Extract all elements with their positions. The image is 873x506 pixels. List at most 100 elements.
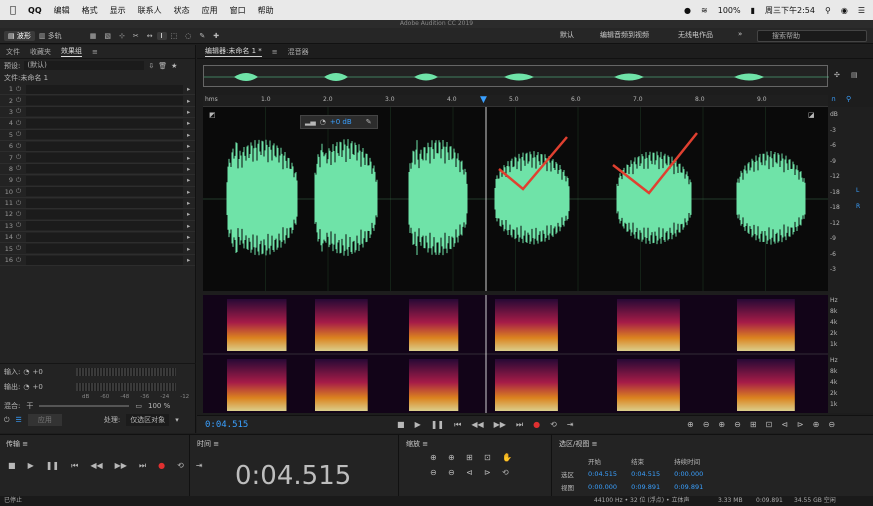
- spot-heal-tool-icon[interactable]: ✚: [209, 32, 223, 40]
- rack-slot[interactable]: 14 ⏻ ▸: [0, 232, 195, 244]
- rack-slot[interactable]: 2 ⏻ ▸: [0, 95, 195, 107]
- menu-edit[interactable]: 编辑: [54, 5, 70, 16]
- pause-icon[interactable]: ❚❚: [431, 420, 444, 430]
- power-icon[interactable]: ⏻: [16, 244, 26, 253]
- marquee-tool-icon[interactable]: ⬚: [167, 32, 182, 40]
- zoom-out-amplitude-icon[interactable]: ⊖: [430, 468, 448, 477]
- razor-tool-icon[interactable]: ✂: [129, 32, 143, 40]
- chevron-right-icon[interactable]: ▸: [187, 142, 195, 150]
- playhead-marker-icon[interactable]: ▼: [480, 95, 487, 105]
- power-icon[interactable]: ⏻: [16, 96, 26, 105]
- panel-menu-icon[interactable]: ≡: [22, 440, 28, 448]
- rack-slot[interactable]: 11 ⏻ ▸: [0, 198, 195, 210]
- zoom-reset-icon[interactable]: ⟲: [502, 468, 520, 477]
- tab-effects-rack[interactable]: 效果组: [61, 46, 82, 57]
- fast-forward-icon[interactable]: ▶▶: [115, 461, 127, 471]
- power-icon[interactable]: ⏻: [16, 187, 26, 196]
- chevron-right-icon[interactable]: ▸: [187, 210, 195, 218]
- pause-icon[interactable]: ❚❚: [46, 461, 59, 471]
- zoom-full-icon[interactable]: ⊞: [750, 420, 757, 429]
- spectral-display-icon[interactable]: ▦: [86, 32, 101, 40]
- stop-icon[interactable]: ■: [397, 420, 405, 430]
- menu-apps[interactable]: 应用: [202, 5, 218, 16]
- hud-gain-value[interactable]: +0 dB: [330, 118, 352, 126]
- panel-menu-icon[interactable]: ≡: [92, 48, 98, 56]
- power-icon[interactable]: ⏻: [16, 153, 26, 162]
- left-channel-toggle[interactable]: L: [856, 187, 859, 194]
- time-display[interactable]: 0:04.515: [235, 461, 351, 491]
- rack-slot-field[interactable]: [26, 244, 183, 254]
- rack-power-icon[interactable]: ⏻: [4, 416, 10, 425]
- rack-slot[interactable]: 6 ⏻ ▸: [0, 141, 195, 153]
- current-time-readout[interactable]: 0:04.515: [205, 420, 248, 430]
- loop-icon[interactable]: ⟲: [550, 420, 557, 430]
- selection-end[interactable]: 0:04.515: [625, 468, 666, 479]
- rack-slot-field[interactable]: [26, 118, 183, 128]
- rack-slot[interactable]: 15 ⏻ ▸: [0, 243, 195, 255]
- record-icon[interactable]: ●: [533, 420, 540, 430]
- corner-zoom-icon[interactable]: ◩: [209, 111, 216, 119]
- chevron-right-icon[interactable]: ▸: [187, 154, 195, 162]
- power-icon[interactable]: ⏻: [16, 107, 26, 116]
- power-icon[interactable]: ⏻: [16, 176, 26, 185]
- chevron-right-icon[interactable]: ▸: [187, 85, 195, 93]
- power-icon[interactable]: ⏻: [16, 119, 26, 128]
- rack-slot[interactable]: 4 ⏻ ▸: [0, 118, 195, 130]
- tab-favorites[interactable]: 收藏夹: [30, 47, 51, 57]
- rack-slot-field[interactable]: [26, 209, 183, 219]
- rack-slot[interactable]: 3 ⏻ ▸: [0, 107, 195, 119]
- chevron-down-icon[interactable]: ▾: [175, 416, 179, 424]
- zoom-in-amplitude-icon[interactable]: ⊕: [430, 453, 448, 462]
- process-select[interactable]: 仅选区对象: [126, 414, 170, 426]
- selection-start[interactable]: 0:04.515: [582, 468, 623, 479]
- pin-icon[interactable]: ✎: [366, 118, 372, 126]
- right-channel-toggle[interactable]: R: [856, 203, 860, 210]
- rack-slot[interactable]: 10 ⏻ ▸: [0, 187, 195, 198]
- chevron-right-icon[interactable]: ▸: [187, 131, 195, 139]
- rack-slot[interactable]: 8 ⏻ ▸: [0, 164, 195, 176]
- rack-slot-field[interactable]: [26, 198, 183, 208]
- zoom-full-icon[interactable]: ⊞: [466, 453, 484, 462]
- view-end[interactable]: 0:09.891: [625, 481, 666, 492]
- zoom-in-time-icon[interactable]: ⊕: [718, 420, 725, 429]
- input-gain-knob-icon[interactable]: ◔: [23, 368, 29, 376]
- save-preset-icon[interactable]: ⇩: [148, 62, 154, 70]
- power-icon[interactable]: ⏻: [16, 210, 26, 219]
- chevron-right-icon[interactable]: ▸: [187, 245, 195, 253]
- chevron-right-icon[interactable]: ▸: [187, 256, 195, 264]
- zoom-selection-icon[interactable]: ⊡: [484, 453, 502, 462]
- power-icon[interactable]: ⏻: [16, 256, 26, 265]
- panel-menu-icon[interactable]: ≡: [422, 440, 428, 448]
- rewind-icon[interactable]: ◀◀: [471, 420, 483, 430]
- menu-clock[interactable]: 周三下午2:54: [765, 5, 815, 16]
- chevron-right-icon[interactable]: ▸: [187, 97, 195, 105]
- mix-slider[interactable]: [39, 405, 130, 407]
- play-icon[interactable]: ▶: [415, 420, 421, 430]
- time-ruler[interactable]: hms 1.0 2.0 3.0 4.0 5.0 6.0 7.0 8.0 9.0 ▼: [203, 95, 828, 107]
- record-icon[interactable]: ●: [158, 461, 165, 471]
- rack-list-icon[interactable]: ☰: [16, 416, 22, 424]
- time-selection-tool-icon[interactable]: I: [156, 31, 167, 40]
- chevron-right-icon[interactable]: ▸: [187, 222, 195, 230]
- rack-slot[interactable]: 12 ⏻ ▸: [0, 209, 195, 221]
- rack-slot-field[interactable]: [26, 84, 183, 94]
- loop-icon[interactable]: ⟲: [177, 461, 184, 471]
- rack-slot[interactable]: 5 ⏻ ▸: [0, 130, 195, 141]
- zoom-left-icon[interactable]: ⊲: [781, 420, 788, 429]
- chevron-right-icon[interactable]: ▸: [187, 108, 195, 116]
- rack-slot-field[interactable]: [26, 96, 183, 106]
- output-gain-value[interactable]: +0: [32, 383, 42, 391]
- zoom-left-icon[interactable]: ⊲: [466, 468, 484, 477]
- spectral-canvas[interactable]: [203, 295, 828, 413]
- corner-zoom-icon[interactable]: ◪: [808, 111, 815, 119]
- hud-gain-control[interactable]: ▂▄ ◔ +0 dB ✎: [300, 115, 378, 129]
- wifi-icon[interactable]: ≋: [701, 6, 708, 15]
- rack-slot[interactable]: 1 ⏻ ▸: [0, 84, 195, 96]
- fast-forward-icon[interactable]: ▶▶: [494, 420, 506, 430]
- apply-button[interactable]: 应用: [27, 414, 62, 426]
- menu-format[interactable]: 格式: [82, 5, 98, 16]
- chevron-right-icon[interactable]: ▸: [187, 165, 195, 173]
- move-tool-icon[interactable]: ⊹: [115, 32, 129, 40]
- chevron-right-icon[interactable]: ▸: [187, 176, 195, 184]
- zoom-in-icon[interactable]: ⊕: [813, 420, 820, 429]
